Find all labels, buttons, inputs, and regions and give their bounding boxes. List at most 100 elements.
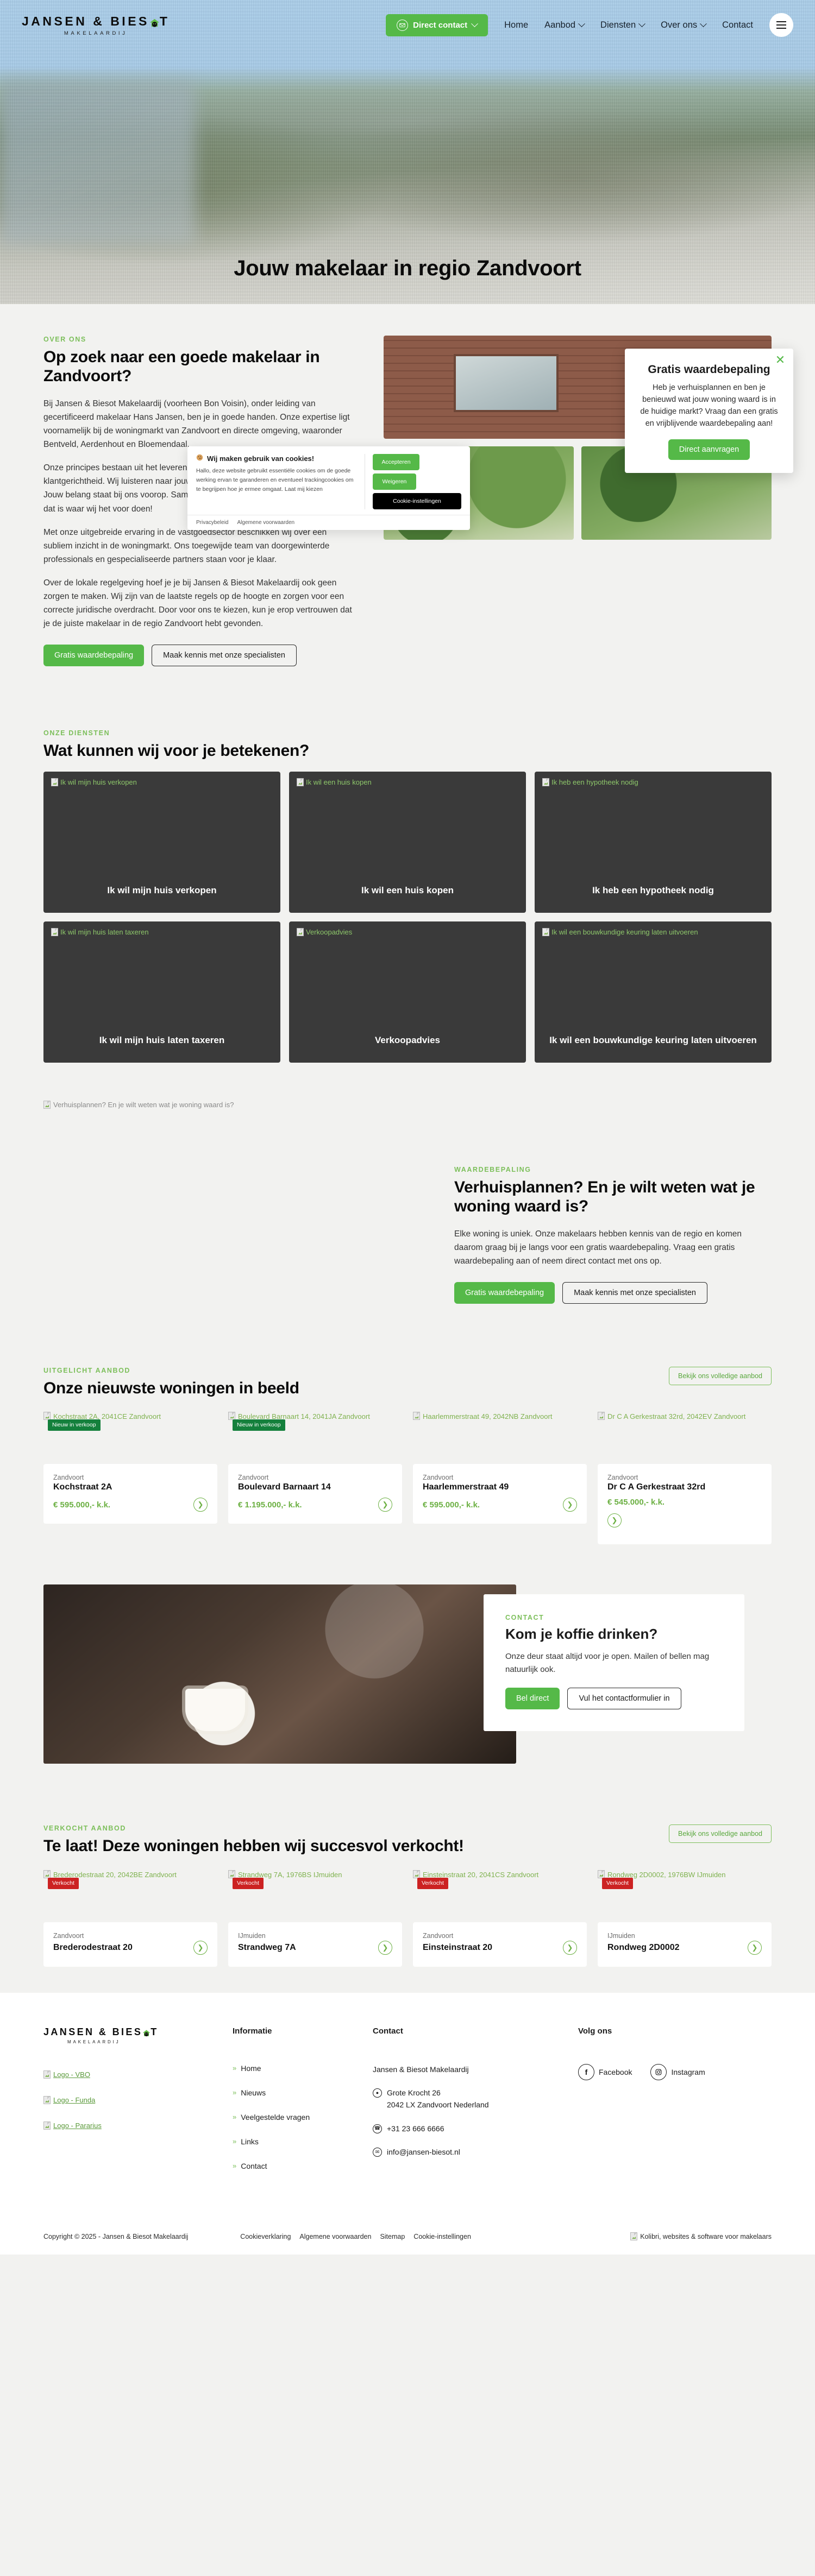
service-card-taxeren[interactable]: Ik wil mijn huis laten taxeren Ik wil mi… xyxy=(43,921,280,1063)
listing-alt-text: Dr C A Gerkestraat 32rd, 2042EV Zandvoor… xyxy=(607,1412,746,1421)
social-link-instagram[interactable]: Instagram xyxy=(650,2063,705,2080)
footer-link-label: Nieuws xyxy=(241,2088,266,2097)
double-chevron-icon: » xyxy=(233,2162,237,2170)
contact-band-body: Onze deur staat altijd voor je open. Mai… xyxy=(505,1652,710,1674)
location-pin-icon: ● xyxy=(373,2088,382,2098)
nav-item-aanbod[interactable]: Aanbod xyxy=(544,20,585,30)
service-card-bouwkundige-keuring[interactable]: Ik wil een bouwkundige keuring laten uit… xyxy=(535,921,772,1063)
footer-contact-column: Contact Jansen & Biesot Makelaardij ● Gr… xyxy=(373,2026,552,2170)
listing-card[interactable]: Zandvoort Boulevard Barnaart 14 € 1.195.… xyxy=(228,1464,402,1524)
partner-logo-funda[interactable]: Logo - Funda xyxy=(43,2095,206,2104)
about-specialists-button[interactable]: Maak kennis met onze specialisten xyxy=(152,645,297,667)
service-card-label: Verkoopadvies xyxy=(374,1035,440,1046)
sold-listing-item[interactable]: Brederodestraat 20, 2042BE Zandvoort Verk… xyxy=(43,1870,217,1967)
social-link-facebook[interactable]: f Facebook xyxy=(578,2063,632,2080)
sold-listing-item[interactable]: Strandweg 7A, 1976BS IJmuiden Verkocht IJ… xyxy=(228,1870,402,1967)
contact-band-image xyxy=(43,1584,516,1764)
menu-toggle-button[interactable] xyxy=(769,13,793,37)
service-card-hypotheek[interactable]: Ik heb een hypotheek nodig Ik heb een hy… xyxy=(535,771,772,913)
sold-listing-item[interactable]: Einsteinstraat 20, 2041CS Zandvoort Verko… xyxy=(413,1870,587,1967)
listing-card[interactable]: Zandvoort Einsteinstraat 20 ❯ xyxy=(413,1922,587,1967)
footer-link-home[interactable]: » Home xyxy=(233,2064,347,2073)
nav-item-over-ons[interactable]: Over ons xyxy=(661,20,707,30)
sold-listing-item[interactable]: Rondweg 2D0002, 1976BW IJmuiden Verkocht … xyxy=(598,1870,772,1967)
popup-request-button[interactable]: Direct aanvragen xyxy=(668,439,750,460)
footer-link-nieuws[interactable]: » Nieuws xyxy=(233,2088,347,2097)
sold-title: Te laat! Deze woningen hebben wij succes… xyxy=(43,1837,464,1855)
listing-price: € 545.000,- k.k. xyxy=(607,1498,665,1507)
service-card-verkopen[interactable]: Ik wil mijn huis verkopen Ik wil mijn hu… xyxy=(43,771,280,913)
footer-legal-sitemap[interactable]: Sitemap xyxy=(380,2233,405,2240)
listing-item[interactable]: Boulevard Barnaart 14, 2041JA Zandvoort N… xyxy=(228,1412,402,1524)
logo-wordmark: JANSEN & BIES T xyxy=(22,14,170,29)
footer-phone[interactable]: ☎ +31 23 666 6666 xyxy=(373,2123,552,2135)
cookie-terms-link[interactable]: Algemene voorwaarden xyxy=(237,520,294,526)
call-direct-button[interactable]: Bel direct xyxy=(505,1687,560,1709)
footer-social-column: Volg ons f Facebook Instagram xyxy=(578,2026,705,2170)
close-icon[interactable]: ✕ xyxy=(774,354,786,366)
footer-legal-cookie-instellingen[interactable]: Cookie-instellingen xyxy=(413,2233,471,2240)
footer-legal-cookieverklaring[interactable]: Cookieverklaring xyxy=(240,2233,291,2240)
chevron-right-icon[interactable]: ❯ xyxy=(563,1498,577,1512)
footer-partner-logos: Logo - VBO Logo - Funda Logo - Pararius xyxy=(43,2070,206,2130)
partner-alt-text: Logo - Pararius xyxy=(53,2121,102,2130)
contact-form-button[interactable]: Vul het contactformulier in xyxy=(567,1687,681,1709)
kolibri-credit-link[interactable]: Kolibri, websites & software voor makela… xyxy=(630,2232,772,2241)
listing-street: Haarlemmerstraat 49 xyxy=(423,1482,509,1492)
listing-card[interactable]: IJmuiden Rondweg 2D0002 ❯ xyxy=(598,1922,772,1967)
listing-card[interactable]: Zandvoort Dr C A Gerkestraat 32rd € 545.… xyxy=(598,1464,772,1545)
listing-card[interactable]: Zandvoort Kochstraat 2A € 595.000,- k.k.… xyxy=(43,1464,217,1524)
broken-image-icon xyxy=(413,1870,420,1878)
chevron-right-icon[interactable]: ❯ xyxy=(193,1940,208,1955)
envelope-icon: ✉ xyxy=(373,2148,382,2157)
sold-view-all-button[interactable]: Bekijk ons volledige aanbod xyxy=(669,1824,772,1843)
cookie-privacy-link[interactable]: Privacybeleid xyxy=(196,520,228,526)
footer-link-contact[interactable]: » Contact xyxy=(233,2162,347,2170)
listing-item[interactable]: Haarlemmerstraat 49, 2042NB Zandvoort Za… xyxy=(413,1412,587,1524)
footer-address-line1: Grote Krocht 26 xyxy=(387,2088,441,2098)
site-logo[interactable]: JANSEN & BIES T MAKELAARDIJ xyxy=(22,14,170,36)
listing-alt-text: Haarlemmerstraat 49, 2042NB Zandvoort xyxy=(423,1412,553,1421)
listing-item[interactable]: Dr C A Gerkestraat 32rd, 2042EV Zandvoor… xyxy=(598,1412,772,1545)
footer-email[interactable]: ✉ info@jansen-biesot.nl xyxy=(373,2146,552,2158)
service-card-kopen[interactable]: Ik wil een huis kopen Ik wil een huis ko… xyxy=(289,771,526,913)
chevron-right-icon[interactable]: ❯ xyxy=(748,1940,762,1955)
listing-card[interactable]: IJmuiden Strandweg 7A ❯ xyxy=(228,1922,402,1967)
listing-card[interactable]: Zandvoort Brederodestraat 20 ❯ xyxy=(43,1922,217,1967)
chevron-right-icon[interactable]: ❯ xyxy=(193,1498,208,1512)
chevron-right-icon[interactable]: ❯ xyxy=(563,1940,577,1955)
nav-item-aanbod-label: Aanbod xyxy=(544,20,576,30)
featured-view-all-button[interactable]: Bekijk ons volledige aanbod xyxy=(669,1366,772,1385)
about-paragraph-3: Met onze uitgebreide ervaring in de vast… xyxy=(43,527,330,564)
nav-item-diensten[interactable]: Diensten xyxy=(600,20,646,30)
copyright-text: Copyright © 2025 - Jansen & Biesot Makel… xyxy=(43,2232,189,2240)
kolibri-label: Kolibri, websites & software voor makela… xyxy=(640,2232,772,2240)
listing-card[interactable]: Zandvoort Haarlemmerstraat 49 € 595.000,… xyxy=(413,1464,587,1524)
listing-item[interactable]: Kochstraat 2A, 2041CE Zandvoort Nieuw in … xyxy=(43,1412,217,1524)
footer-link-links[interactable]: » Links xyxy=(233,2137,347,2146)
footer-link-faq[interactable]: » Veelgestelde vragen xyxy=(233,2113,347,2122)
footer-link-label: Contact xyxy=(241,2161,267,2170)
valuation-primary-button[interactable]: Gratis waardebepaling xyxy=(454,1281,555,1304)
social-label: Instagram xyxy=(671,2067,705,2076)
valuation-text-column: WAARDEBEPALING Verhuisplannen? En je wil… xyxy=(454,1101,772,1304)
facebook-icon: f xyxy=(578,2063,594,2080)
nav-item-contact[interactable]: Contact xyxy=(722,20,753,30)
partner-logo-vbo[interactable]: Logo - VBO xyxy=(43,2070,206,2079)
cookie-settings-button[interactable]: Cookie-instellingen xyxy=(373,493,461,509)
chevron-right-icon[interactable]: ❯ xyxy=(378,1498,392,1512)
about-valuation-button[interactable]: Gratis waardebepaling xyxy=(43,645,145,667)
cookie-refuse-button[interactable]: Weigeren xyxy=(373,473,416,490)
service-alt-text: Verkoopadvies xyxy=(306,927,353,936)
valuation-secondary-button[interactable]: Maak kennis met onze specialisten xyxy=(562,1281,707,1304)
chevron-right-icon[interactable]: ❯ xyxy=(378,1940,392,1955)
cookie-accept-button[interactable]: Accepteren xyxy=(373,454,419,470)
footer-legal-voorwaarden[interactable]: Algemene voorwaarden xyxy=(299,2233,371,2240)
nav-item-home[interactable]: Home xyxy=(504,20,528,30)
partner-logo-pararius[interactable]: Logo - Pararius xyxy=(43,2121,206,2130)
chevron-right-icon[interactable]: ❯ xyxy=(607,1513,622,1528)
service-card-verkoopadvies[interactable]: Verkoopadvies Verkoopadvies xyxy=(289,921,526,1063)
footer-info-title: Informatie xyxy=(233,2026,272,2036)
listing-street: Dr C A Gerkestraat 32rd xyxy=(607,1482,706,1492)
direct-contact-button[interactable]: Direct contact xyxy=(386,14,488,36)
